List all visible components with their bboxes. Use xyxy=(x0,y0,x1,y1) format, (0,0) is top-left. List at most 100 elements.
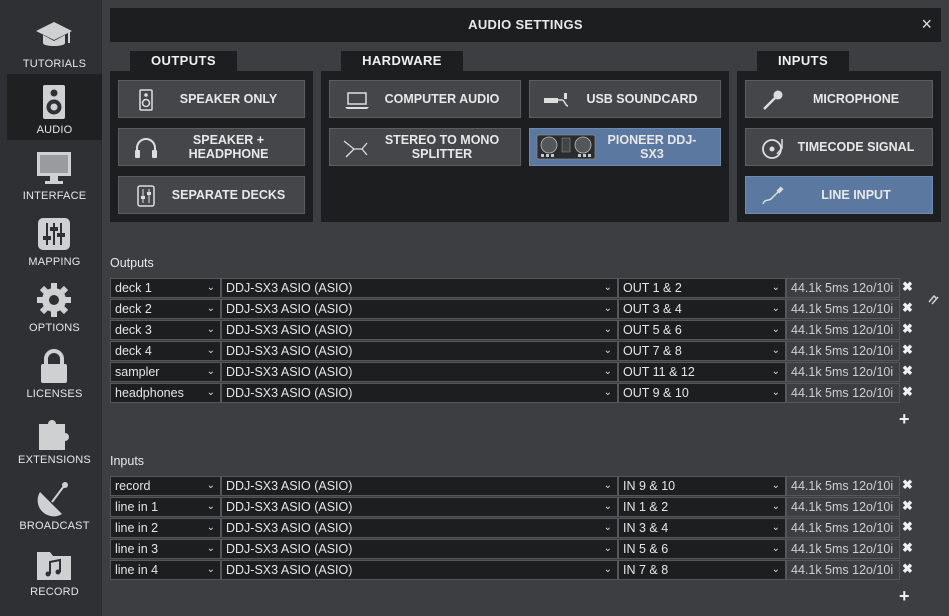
chevron-down-icon: ⌄ xyxy=(771,345,780,356)
sidebar-item-mapping[interactable]: MAPPING xyxy=(7,206,102,272)
line-cable-icon xyxy=(762,186,784,205)
device-select-value: DDJ-SX3 ASIO (ASIO) xyxy=(226,302,353,316)
device-info: 44.1k 5ms 12o/10i xyxy=(786,278,900,298)
sync-icon[interactable] xyxy=(927,292,941,306)
channel-select-value: deck 2 xyxy=(115,302,152,316)
usb-soundcard-button[interactable]: USB SOUNDCARD xyxy=(529,80,721,118)
remove-row-icon[interactable]: ✖ xyxy=(902,498,913,514)
port-select[interactable]: OUT 9 & 10 ⌄ xyxy=(618,383,786,403)
remove-row-icon[interactable]: ✖ xyxy=(902,300,913,316)
speaker-only-button[interactable]: SPEAKER ONLY xyxy=(118,80,305,118)
device-info-value: 44.1k 5ms 12o/10i xyxy=(791,479,894,493)
remove-row-icon[interactable]: ✖ xyxy=(902,321,913,337)
sidebar-item-audio[interactable]: AUDIO xyxy=(7,74,102,140)
remove-row-icon[interactable]: ✖ xyxy=(902,519,913,535)
port-select[interactable]: OUT 7 & 8 ⌄ xyxy=(618,341,786,361)
channel-select[interactable]: deck 3 ⌄ xyxy=(110,320,221,340)
add-input-button[interactable]: + xyxy=(899,586,910,607)
port-select[interactable]: IN 1 & 2 ⌄ xyxy=(618,497,786,517)
sidebar-item-broadcast[interactable]: BROADCAST xyxy=(7,470,102,536)
port-select[interactable]: IN 7 & 8 ⌄ xyxy=(618,560,786,580)
sidebar-item-record[interactable]: RECORD xyxy=(7,536,102,602)
port-select[interactable]: OUT 1 & 2 ⌄ xyxy=(618,278,786,298)
device-select-value: DDJ-SX3 ASIO (ASIO) xyxy=(226,479,353,493)
button-label: PIONEER DDJ-SX3 xyxy=(607,133,697,161)
sliders-icon xyxy=(38,218,70,250)
channel-select[interactable]: line in 4 ⌄ xyxy=(110,560,221,580)
device-select[interactable]: DDJ-SX3 ASIO (ASIO) ⌄ xyxy=(221,341,618,361)
chevron-down-icon: ⌄ xyxy=(206,324,215,335)
chevron-down-icon: ⌄ xyxy=(206,366,215,377)
computer-audio-button[interactable]: COMPUTER AUDIO xyxy=(329,80,521,118)
device-select[interactable]: DDJ-SX3 ASIO (ASIO) ⌄ xyxy=(221,539,618,559)
device-select[interactable]: DDJ-SX3 ASIO (ASIO) ⌄ xyxy=(221,560,618,580)
device-select[interactable]: DDJ-SX3 ASIO (ASIO) ⌄ xyxy=(221,476,618,496)
device-select[interactable]: DDJ-SX3 ASIO (ASIO) ⌄ xyxy=(221,299,618,319)
separate-decks-button[interactable]: SEPARATE DECKS xyxy=(118,176,305,214)
channel-select[interactable]: line in 3 ⌄ xyxy=(110,539,221,559)
device-select[interactable]: DDJ-SX3 ASIO (ASIO) ⌄ xyxy=(221,383,618,403)
add-output-button[interactable]: + xyxy=(899,409,910,430)
remove-row-icon[interactable]: ✖ xyxy=(902,477,913,493)
chevron-down-icon: ⌄ xyxy=(603,366,612,377)
sidebar-item-interface[interactable]: INTERFACE xyxy=(7,140,102,206)
device-select[interactable]: DDJ-SX3 ASIO (ASIO) ⌄ xyxy=(221,278,618,298)
port-select[interactable]: IN 3 & 4 ⌄ xyxy=(618,518,786,538)
pioneer-ddj-sx3-button[interactable]: PIONEER DDJ-SX3 xyxy=(529,128,721,166)
chevron-down-icon: ⌄ xyxy=(603,324,612,335)
chevron-down-icon: ⌄ xyxy=(771,501,780,512)
port-select[interactable]: OUT 3 & 4 ⌄ xyxy=(618,299,786,319)
close-icon[interactable]: × xyxy=(921,14,932,34)
channel-select-value: line in 1 xyxy=(115,500,159,514)
port-select-value: IN 7 & 8 xyxy=(623,563,669,577)
port-select[interactable]: OUT 5 & 6 ⌄ xyxy=(618,320,786,340)
device-select[interactable]: DDJ-SX3 ASIO (ASIO) ⌄ xyxy=(221,497,618,517)
channel-select[interactable]: record ⌄ xyxy=(110,476,221,496)
sidebar-item-tutorials[interactable]: TUTORIALS xyxy=(7,8,102,74)
channel-select[interactable]: line in 1 ⌄ xyxy=(110,497,221,517)
port-select[interactable]: OUT 11 & 12 ⌄ xyxy=(618,362,786,382)
sidebar-item-licenses[interactable]: LICENSES xyxy=(7,338,102,404)
remove-row-icon[interactable]: ✖ xyxy=(902,342,913,358)
remove-row-icon[interactable]: ✖ xyxy=(902,384,913,400)
gear-icon xyxy=(37,283,71,317)
mixer-icon xyxy=(137,185,155,207)
microphone-button[interactable]: MICROPHONE xyxy=(745,80,933,118)
channel-select-value: line in 3 xyxy=(115,542,159,556)
sidebar-item-options[interactable]: OPTIONS xyxy=(7,272,102,338)
device-info-value: 44.1k 5ms 12o/10i xyxy=(791,521,894,535)
remove-row-icon[interactable]: ✖ xyxy=(902,279,913,295)
chevron-down-icon: ⌄ xyxy=(771,564,780,575)
device-info-value: 44.1k 5ms 12o/10i xyxy=(791,542,894,556)
device-select-value: DDJ-SX3 ASIO (ASIO) xyxy=(226,563,353,577)
device-select[interactable]: DDJ-SX3 ASIO (ASIO) ⌄ xyxy=(221,320,618,340)
chevron-down-icon: ⌄ xyxy=(603,345,612,356)
port-select-value: OUT 7 & 8 xyxy=(623,344,682,358)
channel-select[interactable]: deck 1 ⌄ xyxy=(110,278,221,298)
hardware-group-panel: COMPUTER AUDIO USB SOUNDCARD STEREO TO M… xyxy=(321,71,729,222)
stereo-to-mono-splitter-button[interactable]: STEREO TO MONO SPLITTER xyxy=(329,128,521,166)
line-input-button[interactable]: LINE INPUT xyxy=(745,176,933,214)
device-select[interactable]: DDJ-SX3 ASIO (ASIO) ⌄ xyxy=(221,362,618,382)
channel-select[interactable]: headphones ⌄ xyxy=(110,383,221,403)
port-select[interactable]: IN 9 & 10 ⌄ xyxy=(618,476,786,496)
remove-row-icon[interactable]: ✖ xyxy=(902,540,913,556)
sidebar-item-label: LICENSES xyxy=(26,388,83,400)
channel-select[interactable]: deck 2 ⌄ xyxy=(110,299,221,319)
channel-select[interactable]: deck 4 ⌄ xyxy=(110,341,221,361)
timecode-signal-button[interactable]: TIMECODE SIGNAL xyxy=(745,128,933,166)
remove-row-icon[interactable]: ✖ xyxy=(902,363,913,379)
port-select[interactable]: IN 5 & 6 ⌄ xyxy=(618,539,786,559)
sidebar-item-label: TUTORIALS xyxy=(22,58,87,70)
channel-select-value: sampler xyxy=(115,365,160,379)
button-label: TIMECODE SIGNAL xyxy=(797,140,915,154)
speaker-headphone-button[interactable]: SPEAKER + HEADPHONE xyxy=(118,128,305,166)
channel-select[interactable]: line in 2 ⌄ xyxy=(110,518,221,538)
channel-select[interactable]: sampler ⌄ xyxy=(110,362,221,382)
device-select[interactable]: DDJ-SX3 ASIO (ASIO) ⌄ xyxy=(221,518,618,538)
chevron-down-icon: ⌄ xyxy=(771,522,780,533)
sidebar-item-extensions[interactable]: EXTENSIONS xyxy=(7,404,102,470)
remove-row-icon[interactable]: ✖ xyxy=(902,561,913,577)
chevron-down-icon: ⌄ xyxy=(603,564,612,575)
chevron-down-icon: ⌄ xyxy=(771,543,780,554)
